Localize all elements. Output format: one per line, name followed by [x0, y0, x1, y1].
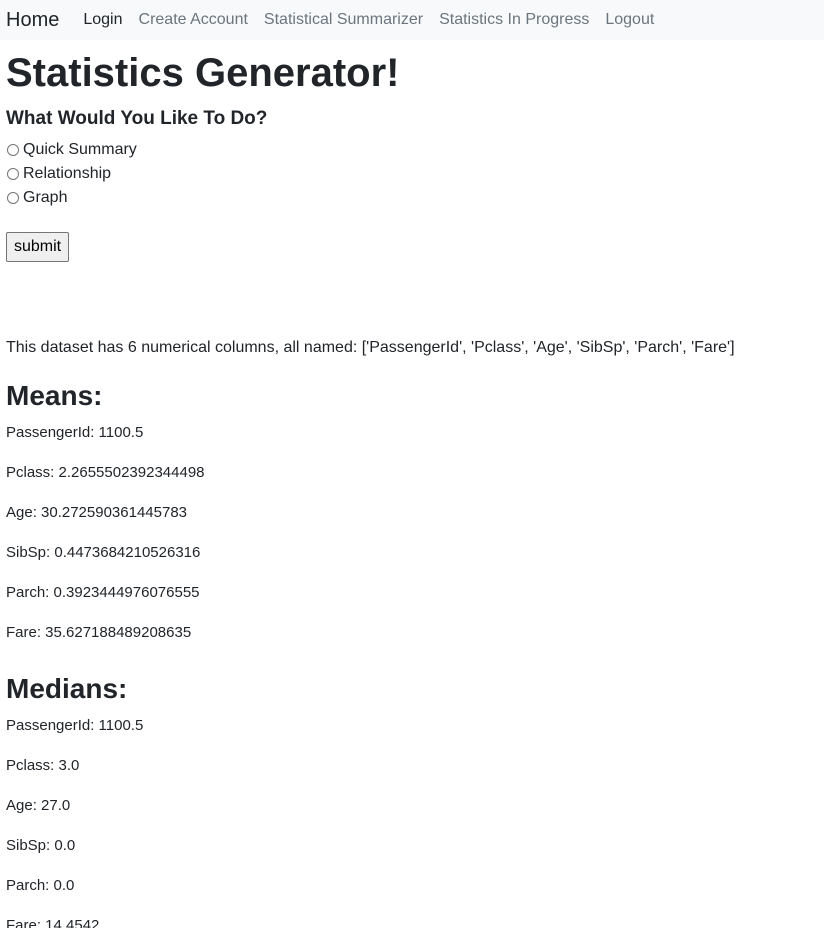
nav-create-account-link[interactable]: Create Account: [139, 11, 248, 29]
relationship-radio[interactable]: [7, 168, 19, 180]
median-sibsp: SibSp: 0.0: [6, 837, 76, 854]
option-graph[interactable]: Graph: [6, 186, 818, 210]
mean-sibsp: SibSp: 0.4473684210526316: [6, 544, 201, 561]
quick-summary-radio[interactable]: [7, 144, 19, 156]
mean-parch: Parch: 0.3923444976076555: [6, 584, 200, 601]
main-content: Statistics Generator! What Would You Lik…: [0, 51, 824, 928]
quick-summary-label: Quick Summary: [23, 141, 137, 158]
graph-label: Graph: [23, 189, 68, 206]
means-heading: Means:: [6, 380, 103, 411]
graph-radio[interactable]: [7, 192, 19, 204]
action-form: Quick Summary Relationship Graph submit: [6, 138, 818, 262]
question-heading: What Would You Like To Do?: [6, 108, 268, 129]
means-list: PassengerId: 1100.5 Pclass: 2.2655502392…: [6, 413, 818, 653]
median-age: Age: 27.0: [6, 797, 71, 814]
medians-list: PassengerId: 1100.5 Pclass: 3.0 Age: 27.…: [6, 706, 818, 928]
median-parch: Parch: 0.0: [6, 877, 75, 894]
median-fare: Fare: 14.4542: [6, 917, 100, 928]
navbar: Home Login Create Account Statistical Su…: [0, 0, 824, 40]
page-title: Statistics Generator!: [6, 51, 400, 95]
relationship-label: Relationship: [23, 165, 112, 182]
dataset-info-text: This dataset has 6 numerical columns, al…: [6, 339, 735, 356]
nav-logout-link[interactable]: Logout: [605, 11, 654, 29]
nav-statistics-in-progress-link[interactable]: Statistics In Progress: [439, 11, 589, 29]
submit-button[interactable]: submit: [6, 232, 70, 262]
nav-statistical-summarizer-link[interactable]: Statistical Summarizer: [264, 11, 423, 29]
nav-home-link[interactable]: Home: [6, 9, 59, 32]
medians-heading: Medians:: [6, 673, 128, 704]
mean-age: Age: 30.272590361445783: [6, 504, 188, 521]
median-pclass: Pclass: 3.0: [6, 757, 80, 774]
mean-fare: Fare: 35.627188489208635: [6, 624, 192, 641]
median-passengerid: PassengerId: 1100.5: [6, 717, 144, 734]
mean-pclass: Pclass: 2.2655502392344498: [6, 464, 205, 481]
option-relationship[interactable]: Relationship: [6, 162, 818, 186]
nav-login-link[interactable]: Login: [83, 11, 122, 29]
mean-passengerid: PassengerId: 1100.5: [6, 424, 144, 441]
option-quick-summary[interactable]: Quick Summary: [6, 138, 818, 162]
